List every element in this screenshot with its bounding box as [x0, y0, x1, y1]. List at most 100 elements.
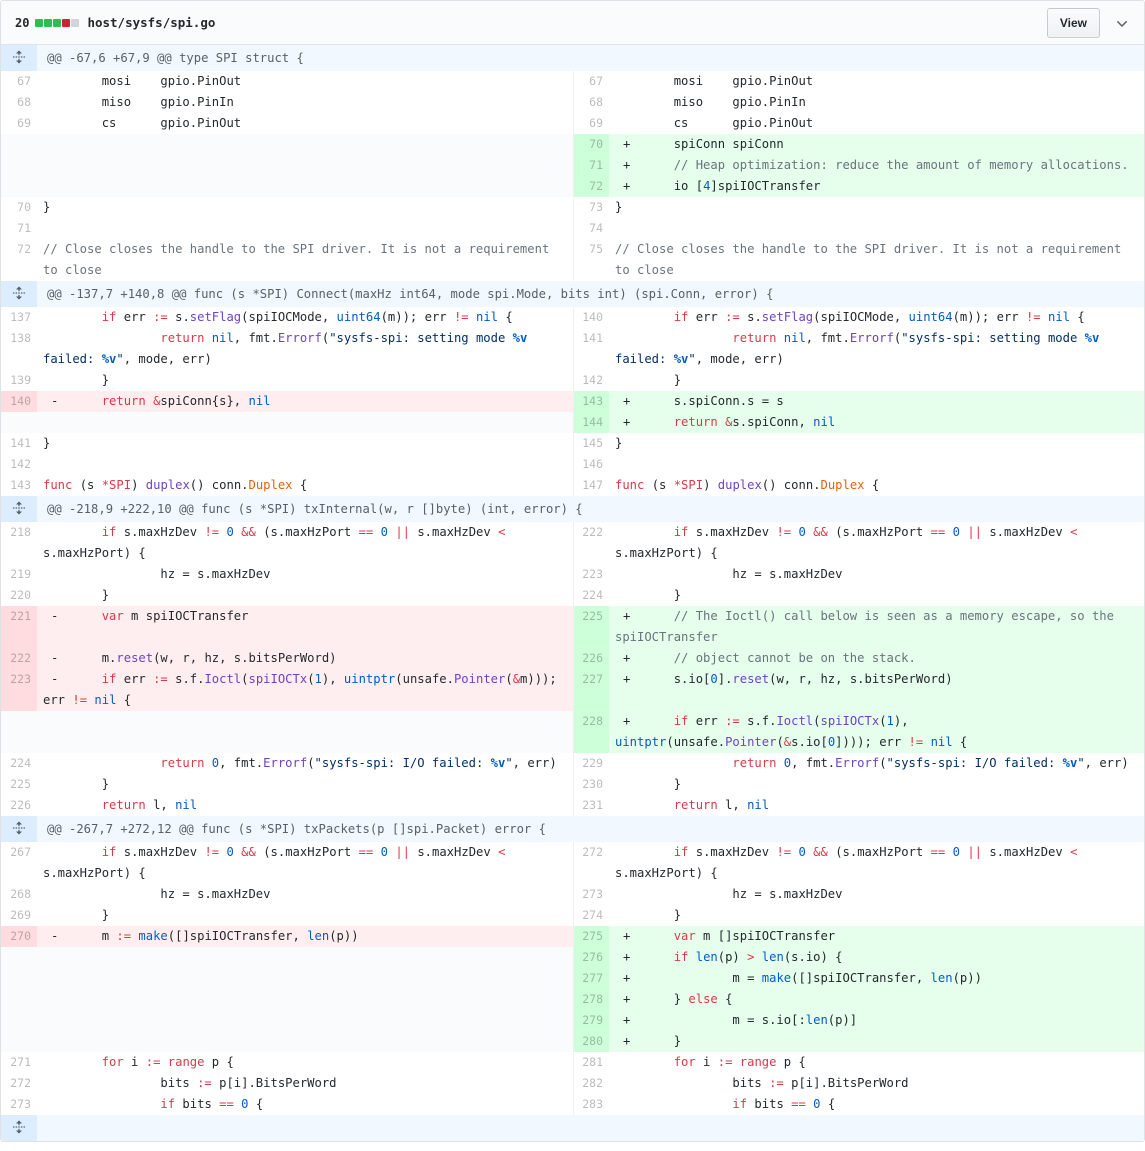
deletion-sign: -: [51, 606, 58, 627]
code-line: return nil, fmt.Errorf("sysfs-spi: setti…: [37, 328, 573, 370]
diff-row: 228+ if err := s.f.Ioctl(spiIOCTx(1), ui…: [1, 711, 1144, 753]
line-number[interactable]: 268: [1, 884, 37, 905]
line-number[interactable]: 67: [573, 71, 609, 92]
line-number[interactable]: 225: [573, 606, 609, 648]
line-number[interactable]: 140: [1, 391, 37, 412]
line-number[interactable]: 138: [1, 328, 37, 370]
line-number[interactable]: 75: [573, 239, 609, 281]
line-number[interactable]: 69: [1, 113, 37, 134]
line-number[interactable]: 229: [573, 753, 609, 774]
expand-hunk-button[interactable]: [1, 45, 37, 71]
line-number[interactable]: 68: [1, 92, 37, 113]
expand-hunk-button[interactable]: [1, 1115, 37, 1141]
line-number[interactable]: 141: [1, 433, 37, 454]
line-number[interactable]: 224: [573, 585, 609, 606]
filler-line-number: [1, 1031, 37, 1052]
line-number[interactable]: 221: [1, 606, 37, 648]
line-number[interactable]: 226: [573, 648, 609, 669]
line-number[interactable]: 147: [573, 475, 609, 496]
filler-line-number: [1, 989, 37, 1010]
line-number[interactable]: 142: [573, 370, 609, 391]
line-number[interactable]: 226: [1, 795, 37, 816]
expand-hunk-button[interactable]: [1, 496, 37, 522]
code-line: if err := s.setFlag(spiIOCMode, uint64(m…: [609, 307, 1144, 328]
unfold-icon: [12, 1120, 26, 1134]
line-number[interactable]: 282: [573, 1073, 609, 1094]
line-number[interactable]: 70: [1, 197, 37, 218]
file-name-link[interactable]: host/sysfs/spi.go: [87, 15, 215, 30]
line-number[interactable]: 70: [573, 134, 609, 155]
line-number[interactable]: 223: [573, 564, 609, 585]
line-number[interactable]: 145: [573, 433, 609, 454]
line-number[interactable]: 271: [1, 1052, 37, 1073]
code-line: cs gpio.PinOut: [37, 113, 573, 134]
line-number[interactable]: 224: [1, 753, 37, 774]
expand-hunk-button[interactable]: [1, 816, 37, 842]
line-number[interactable]: 137: [1, 307, 37, 328]
line-number[interactable]: 220: [1, 585, 37, 606]
line-number[interactable]: 270: [1, 926, 37, 947]
line-number[interactable]: 142: [1, 454, 37, 475]
line-number[interactable]: 272: [1, 1073, 37, 1094]
code-line: if bits == 0 {: [609, 1094, 1144, 1115]
line-number[interactable]: 280: [573, 1031, 609, 1052]
line-number[interactable]: 222: [1, 648, 37, 669]
addition-sign: +: [623, 926, 630, 947]
line-number[interactable]: 269: [1, 905, 37, 926]
line-number[interactable]: 143: [1, 475, 37, 496]
line-number[interactable]: 141: [573, 328, 609, 370]
line-number[interactable]: 275: [573, 926, 609, 947]
line-number[interactable]: 144: [573, 412, 609, 433]
line-number[interactable]: 225: [1, 774, 37, 795]
line-number[interactable]: 230: [573, 774, 609, 795]
code-line: + io [4]spiIOCTransfer: [609, 176, 1144, 197]
code-line: // Close closes the handle to the SPI dr…: [37, 239, 573, 281]
line-number[interactable]: 227: [573, 669, 609, 711]
line-number[interactable]: 276: [573, 947, 609, 968]
line-number[interactable]: 272: [573, 842, 609, 884]
expand-hunk-button[interactable]: [1, 281, 37, 307]
line-number[interactable]: 283: [573, 1094, 609, 1115]
line-number[interactable]: 68: [573, 92, 609, 113]
line-number[interactable]: 222: [573, 522, 609, 564]
line-number[interactable]: 146: [573, 454, 609, 475]
line-number[interactable]: 218: [1, 522, 37, 564]
file-options-toggle[interactable]: [1110, 13, 1134, 33]
line-number[interactable]: 71: [1, 218, 37, 239]
view-button[interactable]: View: [1047, 8, 1100, 38]
code-line: }: [37, 585, 573, 606]
line-number[interactable]: 231: [573, 795, 609, 816]
line-number[interactable]: 279: [573, 1010, 609, 1031]
line-number[interactable]: 69: [573, 113, 609, 134]
line-number[interactable]: 281: [573, 1052, 609, 1073]
line-number[interactable]: 267: [1, 842, 37, 884]
code-line: if s.maxHzDev != 0 && (s.maxHzPort == 0 …: [37, 522, 573, 564]
line-number[interactable]: 72: [1, 239, 37, 281]
line-number[interactable]: 228: [573, 711, 609, 753]
line-number[interactable]: 277: [573, 968, 609, 989]
line-number[interactable]: 274: [573, 905, 609, 926]
code-line: func (s *SPI) duplex() conn.Duplex {: [37, 475, 573, 496]
diff-row: 269 }274 }: [1, 905, 1144, 926]
line-number[interactable]: 72: [573, 176, 609, 197]
code-line: miso gpio.PinIn: [37, 92, 573, 113]
line-number[interactable]: 273: [573, 884, 609, 905]
diffstat-block-added: [44, 19, 52, 27]
line-number[interactable]: 219: [1, 564, 37, 585]
line-number[interactable]: 273: [1, 1094, 37, 1115]
line-number[interactable]: 278: [573, 989, 609, 1010]
line-number[interactable]: 140: [573, 307, 609, 328]
line-number[interactable]: 73: [573, 197, 609, 218]
diff-row: 271 for i := range p {281 for i := range…: [1, 1052, 1144, 1073]
diff-row: 72// Close closes the handle to the SPI …: [1, 239, 1144, 281]
line-number[interactable]: 223: [1, 669, 37, 711]
line-number[interactable]: 74: [573, 218, 609, 239]
filler-cell: [37, 134, 573, 155]
line-number[interactable]: 67: [1, 71, 37, 92]
line-number[interactable]: 143: [573, 391, 609, 412]
diffstat-block-neutral: [71, 19, 79, 27]
line-number[interactable]: 139: [1, 370, 37, 391]
diff-row: 143func (s *SPI) duplex() conn.Duplex {1…: [1, 475, 1144, 496]
line-number[interactable]: 71: [573, 155, 609, 176]
code-line: + if err := s.f.Ioctl(spiIOCTx(1), uintp…: [609, 711, 1144, 753]
